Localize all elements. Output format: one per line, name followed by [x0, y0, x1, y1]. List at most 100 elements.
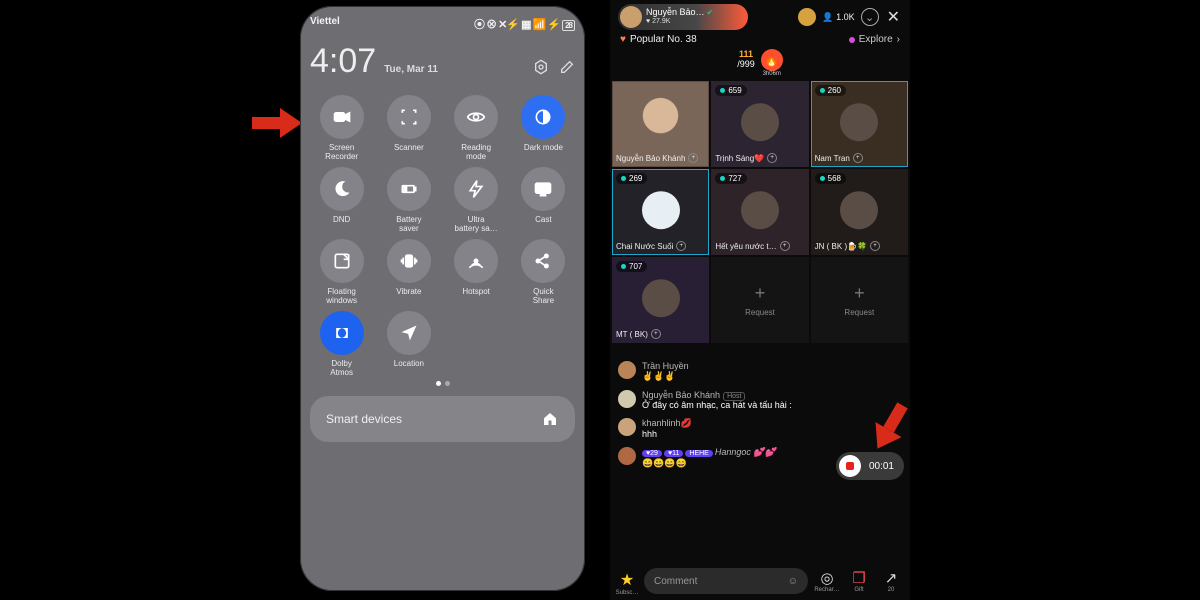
share-button[interactable]: ↗20 [878, 569, 904, 593]
bolt-icon [454, 167, 498, 211]
recording-pill[interactable]: 00:01 [836, 452, 904, 480]
mic-icon: + [688, 153, 698, 163]
request-slot[interactable]: + Request [811, 257, 908, 343]
mic-icon: + [780, 241, 790, 251]
stop-record-icon[interactable] [839, 455, 861, 477]
qs-tile-label: Cast [535, 215, 551, 233]
qs-tile-label: DND [333, 215, 350, 233]
participant-cell[interactable]: 659 Trịnh Sáng❤️+ [711, 81, 808, 167]
video-icon [320, 95, 364, 139]
chat-username: Trần Huyền [642, 361, 689, 371]
qs-tile-dark[interactable]: Dark mode [512, 95, 575, 161]
qs-tile-vibrate[interactable]: Vibrate [377, 239, 440, 305]
qs-tile-hotspot[interactable]: Hotspot [445, 239, 508, 305]
clock-date: Tue, Mar 11 [384, 64, 438, 75]
qs-tile-scan[interactable]: Scanner [377, 95, 440, 161]
popular-ranking[interactable]: ♥Popular No. 38 [620, 34, 697, 45]
qs-tile-location[interactable]: Location [377, 311, 440, 377]
qs-tile-battery[interactable]: Batterysaver [377, 167, 440, 233]
qs-tile-label: DolbyAtmos [330, 359, 353, 377]
qs-tile-video[interactable]: ScreenRecorder [310, 95, 373, 161]
participant-cell[interactable]: 727 Hết yêu nước t…+ [711, 169, 808, 255]
host-hearts: ♥ 27.9K [646, 17, 713, 26]
dolby-icon [320, 311, 364, 355]
gift-timer-label: 3h06m [761, 71, 783, 77]
chat-line: Trần Huyền✌️✌️✌️ [618, 361, 902, 382]
recording-time: 00:01 [869, 461, 894, 472]
close-icon[interactable]: ✕ [885, 7, 902, 27]
qs-tile-label: Dark mode [524, 143, 563, 161]
emoji-icon[interactable]: ☺ [788, 576, 798, 587]
level-badge: HEHE [685, 450, 712, 457]
star-icon: ★ [620, 570, 634, 590]
live-stream-app: Nguyễn Bảo…✔ ♥ 27.9K 👤 1.0K ⌄ ✕ ♥Popular… [610, 0, 910, 600]
qs-tile-moon[interactable]: DND [310, 167, 373, 233]
page-indicator [310, 381, 575, 386]
hotspot-icon [454, 239, 498, 283]
request-slot[interactable]: +Request [711, 257, 808, 343]
mic-icon: + [853, 153, 863, 163]
participant-cell[interactable]: 568JN ( BK )🍺🍀+ [811, 169, 908, 255]
subscribe-button[interactable]: ★ Subsc… [616, 570, 638, 592]
vibrate-icon [387, 239, 431, 283]
qs-tile-label: Scanner [394, 143, 424, 161]
comment-placeholder: Comment [654, 576, 697, 587]
participant-avatar [642, 191, 680, 229]
qs-tile-label: Floatingwindows [326, 287, 357, 305]
recharge-button[interactable]: ◎Rechar… [814, 569, 840, 593]
score-badge: 659 [715, 85, 746, 96]
qs-tile-label: QuickShare [533, 287, 554, 305]
settings-icon[interactable] [533, 59, 549, 75]
gift-button[interactable]: ❐Gift [846, 569, 872, 593]
qs-tile-float[interactable]: Floatingwindows [310, 239, 373, 305]
qs-tile-cast[interactable]: Cast [512, 167, 575, 233]
level-badge: ♥29 [642, 450, 662, 457]
qs-tile-share[interactable]: QuickShare [512, 239, 575, 305]
mi-home-icon [541, 410, 559, 428]
participant-name: Nguyễn Bảo Khánh+ [616, 153, 698, 163]
red-arrow-left [252, 108, 302, 138]
participant-avatar [840, 191, 878, 229]
request-label: Request [844, 308, 874, 317]
host-pill[interactable]: Nguyễn Bảo…✔ ♥ 27.9K [618, 4, 748, 30]
qs-tile-eye[interactable]: Readingmode [445, 95, 508, 161]
edit-icon[interactable] [559, 59, 575, 75]
video-grid: HostNguyễn Bảo Khánh+ 659 Trịnh Sáng❤️+ 260… [610, 81, 910, 343]
qs-tile-label: Vibrate [396, 287, 421, 305]
qs-tile-label: Readingmode [461, 143, 491, 161]
qs-tile-label: Batterysaver [396, 215, 421, 233]
verified-icon: ✔ [707, 8, 714, 17]
participant-cell[interactable]: HostNguyễn Bảo Khánh+ [612, 81, 709, 167]
smart-devices-button[interactable]: Smart devices [310, 396, 575, 442]
qs-tile-bolt[interactable]: Ultrabattery sa… [445, 167, 508, 233]
participant-cell[interactable]: 269Chai Nước Suối+ [612, 169, 709, 255]
participant-name: Trịnh Sáng❤️+ [715, 153, 777, 163]
comment-input[interactable]: Comment ☺ [644, 568, 808, 594]
smart-devices-label: Smart devices [326, 412, 402, 426]
plus-icon: + [854, 283, 865, 304]
participant-name: Hết yêu nước t…+ [715, 241, 789, 251]
share-icon: ↗ [885, 569, 898, 587]
battery-icon [387, 167, 431, 211]
participant-avatar [840, 103, 878, 141]
mic-icon: + [676, 241, 686, 251]
score-badge: 727 [715, 173, 746, 184]
viewer-count: 👤 1.0K [822, 12, 854, 23]
participant-cell[interactable]: 707MT ( BK)+ [612, 257, 709, 343]
qs-tile-dolby[interactable]: DolbyAtmos [310, 311, 373, 377]
menu-dropdown-icon[interactable]: ⌄ [861, 8, 879, 26]
chat-avatar [618, 390, 636, 408]
location-icon [387, 311, 431, 355]
gift-timer-icon[interactable]: 🔥 [761, 49, 783, 71]
explore-link[interactable]: Explore› [849, 34, 900, 45]
chat-line: khanhlinh💋hhh [618, 418, 902, 439]
participant-avatar [741, 191, 779, 229]
dark-icon [521, 95, 565, 139]
host-name: Nguyễn Bảo… [646, 7, 705, 17]
viewer-avatar[interactable] [798, 8, 816, 26]
participant-name: JN ( BK )🍺🍀+ [815, 241, 880, 251]
mic-icon: + [767, 153, 777, 163]
host-avatar [620, 6, 642, 28]
chat-avatar [618, 418, 636, 436]
participant-cell[interactable]: 260Nam Tran+ [811, 81, 908, 167]
